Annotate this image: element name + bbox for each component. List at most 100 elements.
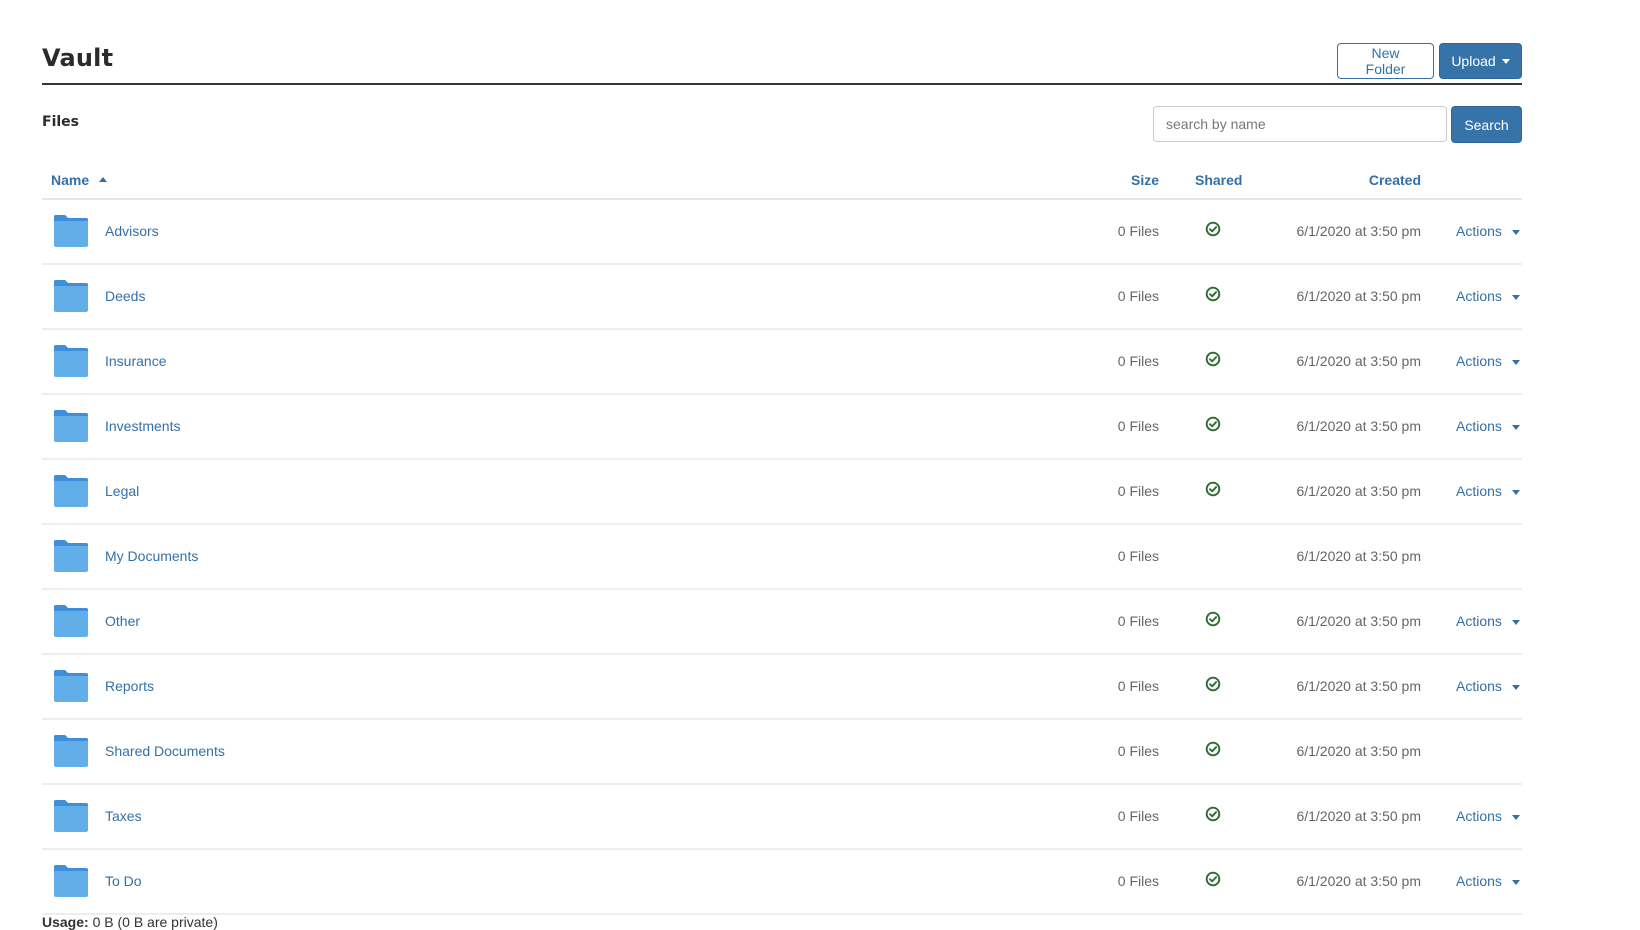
folder-icon [54, 215, 88, 247]
usage-summary: Usage: 0 B (0 B are private) [42, 914, 218, 930]
folder-name-link[interactable]: My Documents [105, 548, 198, 564]
caret-down-icon [1511, 684, 1520, 690]
folder-name-link[interactable]: Taxes [105, 808, 142, 824]
folder-created: 6/1/2020 at 3:50 pm [1296, 353, 1421, 369]
new-folder-button[interactable]: New Folder [1337, 43, 1434, 79]
actions-label: Actions [1456, 353, 1502, 369]
folder-icon [54, 605, 88, 637]
caret-down-icon [1511, 814, 1520, 820]
folder-size: 0 Files [1117, 483, 1159, 499]
check-circle-icon [1205, 351, 1221, 367]
table-header: Name Size Shared Created [42, 160, 1522, 200]
actions-label: Actions [1456, 873, 1502, 889]
column-header-size[interactable]: Size [1131, 172, 1159, 188]
folder-icon [54, 345, 88, 377]
folder-size: 0 Files [1117, 548, 1159, 564]
folder-name-link[interactable]: Investments [105, 418, 180, 434]
table-row: Insurance 0 Files 6/1/2020 at 3:50 pm Ac… [42, 330, 1522, 395]
actions-label: Actions [1456, 613, 1502, 629]
search-input[interactable] [1153, 106, 1447, 142]
upload-label: Upload [1451, 53, 1496, 69]
column-header-name-label: Name [51, 172, 90, 188]
folder-size: 0 Files [1117, 288, 1159, 304]
folder-name-link[interactable]: To Do [105, 873, 142, 889]
check-circle-icon [1205, 611, 1221, 627]
actions-dropdown[interactable]: Actions [1456, 483, 1520, 499]
actions-dropdown[interactable]: Actions [1456, 613, 1520, 629]
table-row: Reports 0 Files 6/1/2020 at 3:50 pm Acti… [42, 655, 1522, 720]
actions-label: Actions [1456, 483, 1502, 499]
files-table: Name Size Shared Created Advisors 0 File… [42, 160, 1522, 915]
folder-icon [54, 410, 88, 442]
caret-down-icon [1511, 879, 1520, 885]
actions-dropdown[interactable]: Actions [1456, 223, 1520, 239]
folder-icon [54, 475, 88, 507]
table-row: Shared Documents 0 Files 6/1/2020 at 3:5… [42, 720, 1522, 785]
check-circle-icon [1205, 806, 1221, 822]
page-title: Vault [42, 44, 114, 72]
actions-dropdown[interactable]: Actions [1456, 353, 1520, 369]
check-circle-icon [1205, 676, 1221, 692]
table-body: Advisors 0 Files 6/1/2020 at 3:50 pm Act… [42, 200, 1522, 915]
folder-name-link[interactable]: Deeds [105, 288, 145, 304]
check-circle-icon [1205, 416, 1221, 432]
actions-dropdown[interactable]: Actions [1456, 678, 1520, 694]
folder-size: 0 Files [1117, 808, 1159, 824]
folder-created: 6/1/2020 at 3:50 pm [1296, 223, 1421, 239]
actions-dropdown[interactable]: Actions [1456, 873, 1520, 889]
table-row: To Do 0 Files 6/1/2020 at 3:50 pm Action… [42, 850, 1522, 915]
table-row: Advisors 0 Files 6/1/2020 at 3:50 pm Act… [42, 200, 1522, 265]
folder-icon [54, 865, 88, 897]
actions-dropdown[interactable]: Actions [1456, 288, 1520, 304]
folder-created: 6/1/2020 at 3:50 pm [1296, 483, 1421, 499]
actions-label: Actions [1456, 678, 1502, 694]
column-header-created[interactable]: Created [1369, 172, 1421, 188]
table-row: Taxes 0 Files 6/1/2020 at 3:50 pm Action… [42, 785, 1522, 850]
folder-created: 6/1/2020 at 3:50 pm [1296, 873, 1421, 889]
column-header-name[interactable]: Name [51, 172, 108, 188]
caret-down-icon [1511, 294, 1520, 300]
usage-label: Usage: [42, 914, 89, 930]
caret-down-icon [1511, 619, 1520, 625]
folder-size: 0 Files [1117, 743, 1159, 759]
table-row: Investments 0 Files 6/1/2020 at 3:50 pm … [42, 395, 1522, 460]
actions-label: Actions [1456, 808, 1502, 824]
table-row: My Documents 0 Files 6/1/2020 at 3:50 pm [42, 525, 1522, 590]
column-header-shared[interactable]: Shared [1195, 172, 1242, 188]
search-button-label: Search [1464, 116, 1509, 133]
caret-down-icon [1511, 229, 1520, 235]
check-circle-icon [1205, 481, 1221, 497]
folder-created: 6/1/2020 at 3:50 pm [1296, 613, 1421, 629]
folder-created: 6/1/2020 at 3:50 pm [1296, 678, 1421, 694]
actions-label: Actions [1456, 418, 1502, 434]
new-folder-label: New Folder [1365, 45, 1406, 77]
table-row: Deeds 0 Files 6/1/2020 at 3:50 pm Action… [42, 265, 1522, 330]
folder-name-link[interactable]: Insurance [105, 353, 166, 369]
folder-name-link[interactable]: Reports [105, 678, 154, 694]
folder-created: 6/1/2020 at 3:50 pm [1296, 808, 1421, 824]
page-header: Vault New Folder Upload [42, 38, 1522, 85]
check-circle-icon [1205, 286, 1221, 302]
actions-dropdown[interactable]: Actions [1456, 808, 1520, 824]
caret-down-icon [1511, 359, 1520, 365]
folder-name-link[interactable]: Legal [105, 483, 139, 499]
usage-value: 0 B (0 B are private) [92, 914, 218, 930]
upload-button[interactable]: Upload [1439, 43, 1522, 79]
folder-size: 0 Files [1117, 353, 1159, 369]
folder-size: 0 Files [1117, 873, 1159, 889]
folder-icon [54, 735, 88, 767]
caret-down-icon [1501, 58, 1510, 64]
folder-name-link[interactable]: Shared Documents [105, 743, 225, 759]
folder-icon [54, 540, 88, 572]
folder-name-link[interactable]: Advisors [105, 223, 159, 239]
folder-size: 0 Files [1117, 678, 1159, 694]
table-row: Legal 0 Files 6/1/2020 at 3:50 pm Action… [42, 460, 1522, 525]
search-button[interactable]: Search [1451, 106, 1522, 143]
folder-created: 6/1/2020 at 3:50 pm [1296, 418, 1421, 434]
check-circle-icon [1205, 741, 1221, 757]
check-circle-icon [1205, 871, 1221, 887]
folder-name-link[interactable]: Other [105, 613, 140, 629]
folder-created: 6/1/2020 at 3:50 pm [1296, 548, 1421, 564]
actions-dropdown[interactable]: Actions [1456, 418, 1520, 434]
folder-created: 6/1/2020 at 3:50 pm [1296, 743, 1421, 759]
